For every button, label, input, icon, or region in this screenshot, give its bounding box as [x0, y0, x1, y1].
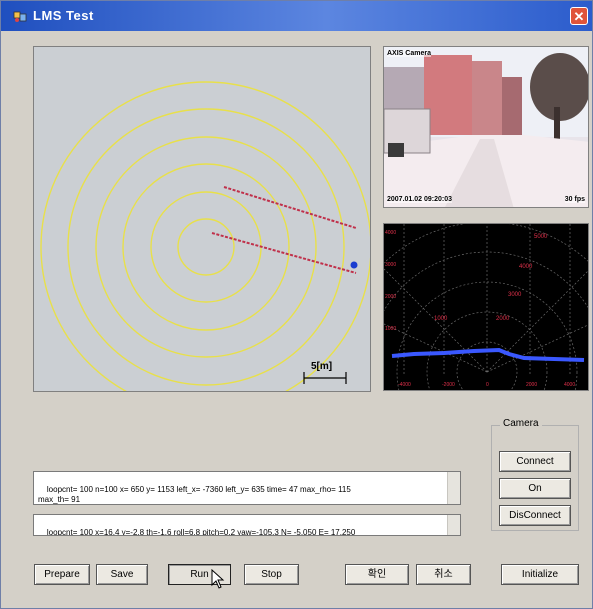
- pose-status-log[interactable]: loopcnt= 100 x=16.4 y=-2.8 th=-1.6 roll=…: [33, 514, 461, 536]
- title-bar[interactable]: LMS Test ✕: [1, 1, 592, 31]
- polar-x-tick: -4000: [398, 382, 411, 388]
- camera-overlay-title: AXIS Camera: [387, 50, 431, 57]
- ok-button[interactable]: 확인: [345, 564, 409, 585]
- camera-group: Camera Connect On DisConnect: [491, 418, 579, 531]
- polar-ring-label: 4000: [519, 264, 533, 270]
- camera-view: AXIS Camera 2007.01.02 09:20:03 30 fps: [383, 46, 589, 208]
- polar-y-tick: 4000: [385, 230, 397, 236]
- close-button[interactable]: ✕: [570, 7, 588, 25]
- polar-ring-label: 3000: [508, 292, 522, 298]
- polar-x-tick: 2000: [526, 382, 538, 388]
- cancel-button[interactable]: 취소: [416, 564, 471, 585]
- polar-y-tick: 3000: [385, 262, 397, 268]
- scan-status-scrollbar[interactable]: [447, 472, 460, 504]
- close-icon: ✕: [573, 9, 585, 24]
- polar-x-tick: -2000: [442, 382, 455, 388]
- scan-target-marker: [350, 261, 358, 269]
- camera-group-label: Camera: [500, 418, 542, 429]
- range-rings: [40, 81, 370, 391]
- polar-x-tick: 4000: [564, 382, 576, 388]
- polar-scan-trace: [391, 347, 585, 362]
- polar-y-tick: 1000: [385, 326, 397, 332]
- range-ring: [150, 191, 262, 303]
- range-ring: [67, 108, 345, 386]
- window-title: LMS Test: [33, 8, 94, 23]
- polar-y-tick: 2000: [385, 294, 397, 300]
- polar-ring-label: 2000: [496, 316, 510, 322]
- save-button[interactable]: Save: [96, 564, 148, 585]
- range-ring: [40, 81, 370, 391]
- pose-status-scrollbar[interactable]: [447, 515, 460, 535]
- scan-status-text: loopcnt= 100 n=100 x= 650 y= 1153 left_x…: [38, 485, 351, 504]
- camera-disconnect-button[interactable]: DisConnect: [499, 505, 571, 526]
- app-icon: [13, 11, 27, 22]
- range-ring: [95, 136, 317, 358]
- stop-button[interactable]: Stop: [244, 564, 299, 585]
- range-ring: [177, 218, 235, 276]
- polar-ring-label: 5000: [534, 234, 548, 240]
- pose-status-text: loopcnt= 100 x=16.4 y=-2.8 th=-1.6 roll=…: [46, 528, 356, 536]
- camera-fps: 30 fps: [564, 196, 585, 203]
- camera-connect-button[interactable]: Connect: [499, 451, 571, 472]
- app-window: LMS Test ✕ 5[m] AXIS Camera 2007.01.02 0…: [0, 0, 593, 609]
- initialize-button[interactable]: Initialize: [501, 564, 579, 585]
- polar-scan-plot: [384, 224, 588, 390]
- camera-image: [384, 47, 588, 207]
- polar-ring-label: 1000: [434, 316, 448, 322]
- mouse-cursor-icon: [211, 569, 225, 589]
- polar-x-tick: 0: [486, 382, 489, 388]
- polar-scan-view: 5000 4000 3000 2000 1000 4000 3000 2000 …: [383, 223, 589, 391]
- polar-grid: [384, 224, 588, 390]
- scan-status-log[interactable]: loopcnt= 100 n=100 x= 650 y= 1153 left_x…: [33, 471, 461, 505]
- range-ring: [122, 163, 290, 331]
- camera-on-button[interactable]: On: [499, 478, 571, 499]
- scale-label: 5[m]: [311, 361, 333, 372]
- camera-timestamp: 2007.01.02 09:20:03: [387, 196, 452, 203]
- laser-scan-plot: [40, 81, 370, 391]
- scale-bar: [303, 372, 347, 384]
- laser-scan-view[interactable]: [33, 46, 371, 392]
- prepare-button[interactable]: Prepare: [34, 564, 90, 585]
